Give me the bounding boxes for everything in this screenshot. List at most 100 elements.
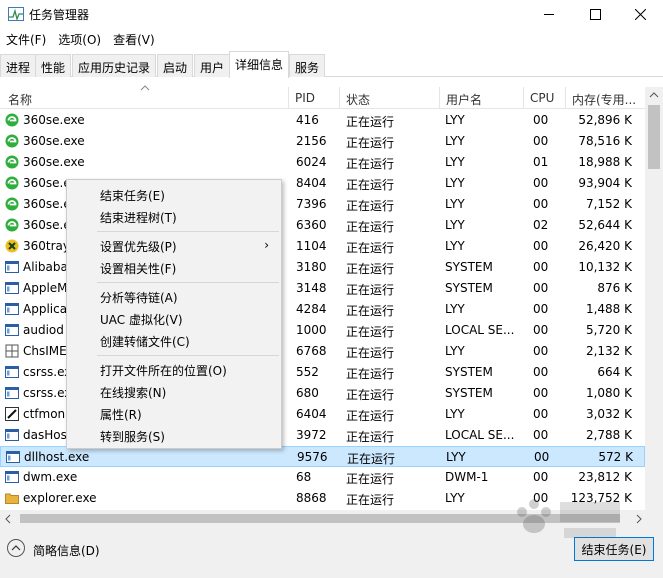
scroll-left-icon[interactable] xyxy=(5,514,11,524)
menu-separator xyxy=(97,231,279,232)
tab-processes[interactable]: 进程 xyxy=(0,54,37,77)
cpu-cell: 00 xyxy=(533,197,549,211)
status-cell: 正在运行 xyxy=(347,452,396,466)
table-row[interactable]: dllhost.exe 9576 正在运行 LYY 00 572 K xyxy=(0,446,645,467)
pen-icon xyxy=(5,407,19,421)
app-window-icon xyxy=(5,386,19,400)
pid-cell: 416 xyxy=(296,113,319,127)
context-menu: 结束任务(E) 结束进程树(T) 设置优先级(P) › 设置相关性(F) 分析等… xyxy=(66,179,282,449)
maximize-button[interactable] xyxy=(572,0,618,28)
pid-cell: 680 xyxy=(296,386,319,400)
menu-options[interactable]: 选项(O) xyxy=(52,29,107,49)
menu-create-dump-file[interactable]: 创建转储文件(C) xyxy=(67,330,281,352)
menu-search-online[interactable]: 在线搜索(N) xyxy=(67,381,281,403)
360se-icon xyxy=(5,218,19,232)
status-cell: 正在运行 xyxy=(346,430,395,444)
menu-analyze-wait-chain[interactable]: 分析等待链(A) xyxy=(67,286,281,308)
menu-properties[interactable]: 属性(R) xyxy=(67,403,281,425)
tab-app-history[interactable]: 应用历史记录 xyxy=(72,54,157,77)
column-name[interactable]: 名称 xyxy=(2,87,288,109)
memory-cell: 10,132 K xyxy=(578,260,632,274)
column-memory[interactable]: 内存(专用... xyxy=(565,87,645,109)
column-cpu[interactable]: CPU xyxy=(523,87,565,109)
scroll-up-icon[interactable] xyxy=(649,92,659,98)
menu-end-task[interactable]: 结束任务(E) xyxy=(67,184,281,206)
menu-separator xyxy=(97,282,279,283)
status-cell: 正在运行 xyxy=(346,409,395,423)
vertical-scrollbar[interactable] xyxy=(645,87,663,510)
table-row[interactable]: 360se.exe 6024 正在运行 LYY 01 18,988 K xyxy=(0,152,645,173)
username-cell: LYY xyxy=(445,302,465,316)
minimize-button[interactable] xyxy=(526,0,572,28)
tab-startup[interactable]: 启动 xyxy=(157,54,194,77)
table-row[interactable]: 360se.exe 416 正在运行 LYY 00 52,896 K xyxy=(0,110,645,131)
chevron-up-icon xyxy=(11,545,21,551)
memory-cell: 78,516 K xyxy=(578,134,632,148)
table-row[interactable]: dwm.exe 68 正在运行 DWM-1 00 23,812 K xyxy=(0,467,645,488)
cpu-cell: 00 xyxy=(533,365,549,379)
360se-icon xyxy=(5,176,19,190)
process-name-cell: 360se.exe xyxy=(23,134,85,148)
menu-set-priority[interactable]: 设置优先级(P) › xyxy=(67,235,281,257)
username-cell: SYSTEM xyxy=(445,386,493,400)
pid-cell: 3180 xyxy=(296,260,327,274)
status-cell: 正在运行 xyxy=(346,493,395,507)
process-name-cell: 360se.exe xyxy=(23,113,85,127)
app-window-icon xyxy=(5,281,19,295)
tab-details[interactable]: 详细信息 xyxy=(229,51,290,78)
column-pid[interactable]: PID xyxy=(288,87,339,109)
memory-cell: 2,788 K xyxy=(585,428,632,442)
menu-bar: 文件(F) 选项(O) 查看(V) xyxy=(0,29,161,49)
memory-cell: 3,032 K xyxy=(585,407,632,421)
pid-cell: 68 xyxy=(296,470,312,484)
cpu-cell: 00 xyxy=(533,428,549,442)
360se-icon xyxy=(5,113,19,127)
column-status[interactable]: 状态 xyxy=(339,87,439,109)
status-cell: 正在运行 xyxy=(346,367,395,381)
pid-cell: 8868 xyxy=(296,491,327,505)
close-button[interactable] xyxy=(617,0,663,28)
tab-strip: 进程 性能 应用历史记录 启动 用户 详细信息 服务 xyxy=(0,51,663,78)
menu-end-process-tree[interactable]: 结束进程树(T) xyxy=(67,206,281,228)
tab-services[interactable]: 服务 xyxy=(289,54,326,77)
scroll-right-icon[interactable] xyxy=(636,514,642,524)
cpu-cell: 00 xyxy=(533,239,549,253)
fewer-details-link[interactable]: 简略信息(D) xyxy=(33,542,100,559)
tab-users[interactable]: 用户 xyxy=(194,54,231,77)
status-cell: 正在运行 xyxy=(346,262,395,276)
360tray-icon xyxy=(5,239,19,253)
cpu-cell: 00 xyxy=(533,470,549,484)
memory-cell: 572 K xyxy=(598,450,633,464)
close-icon xyxy=(634,8,646,20)
process-name-cell: explorer.exe xyxy=(23,491,97,505)
app-window-icon xyxy=(5,365,19,379)
pid-cell: 1104 xyxy=(296,239,327,253)
app-window-icon xyxy=(5,428,19,442)
menu-uac-virtualization[interactable]: UAC 虚拟化(V) xyxy=(67,308,281,330)
cpu-cell: 00 xyxy=(533,113,549,127)
column-username[interactable]: 用户名 xyxy=(439,87,523,109)
table-header: 名称 PID 状态 用户名 CPU 内存(专用... xyxy=(0,87,645,109)
menu-open-file-location[interactable]: 打开文件所在的位置(O) xyxy=(67,359,281,381)
username-cell: LOCAL SE... xyxy=(445,428,515,442)
menu-file[interactable]: 文件(F) xyxy=(0,29,52,49)
pid-cell: 2156 xyxy=(296,134,327,148)
pid-cell: 1000 xyxy=(296,323,327,337)
360se-icon xyxy=(5,197,19,211)
status-cell: 正在运行 xyxy=(346,136,395,150)
table-row[interactable]: 360se.exe 2156 正在运行 LYY 00 78,516 K xyxy=(0,131,645,152)
status-cell: 正在运行 xyxy=(346,178,395,192)
username-cell: LOCAL SE... xyxy=(445,323,515,337)
menu-view[interactable]: 查看(V) xyxy=(107,29,161,49)
menu-go-to-services[interactable]: 转到服务(S) xyxy=(67,425,281,447)
cpu-cell: 00 xyxy=(533,134,549,148)
pid-cell: 6768 xyxy=(296,344,327,358)
menu-set-affinity[interactable]: 设置相关性(F) xyxy=(67,257,281,279)
vertical-scroll-thumb[interactable] xyxy=(648,105,660,169)
360se-icon xyxy=(5,155,19,169)
status-cell: 正在运行 xyxy=(346,388,395,402)
fewer-details-toggle[interactable] xyxy=(7,539,25,557)
cpu-cell: 00 xyxy=(533,176,549,190)
username-cell: LYY xyxy=(445,218,465,232)
tab-performance[interactable]: 性能 xyxy=(35,54,72,77)
